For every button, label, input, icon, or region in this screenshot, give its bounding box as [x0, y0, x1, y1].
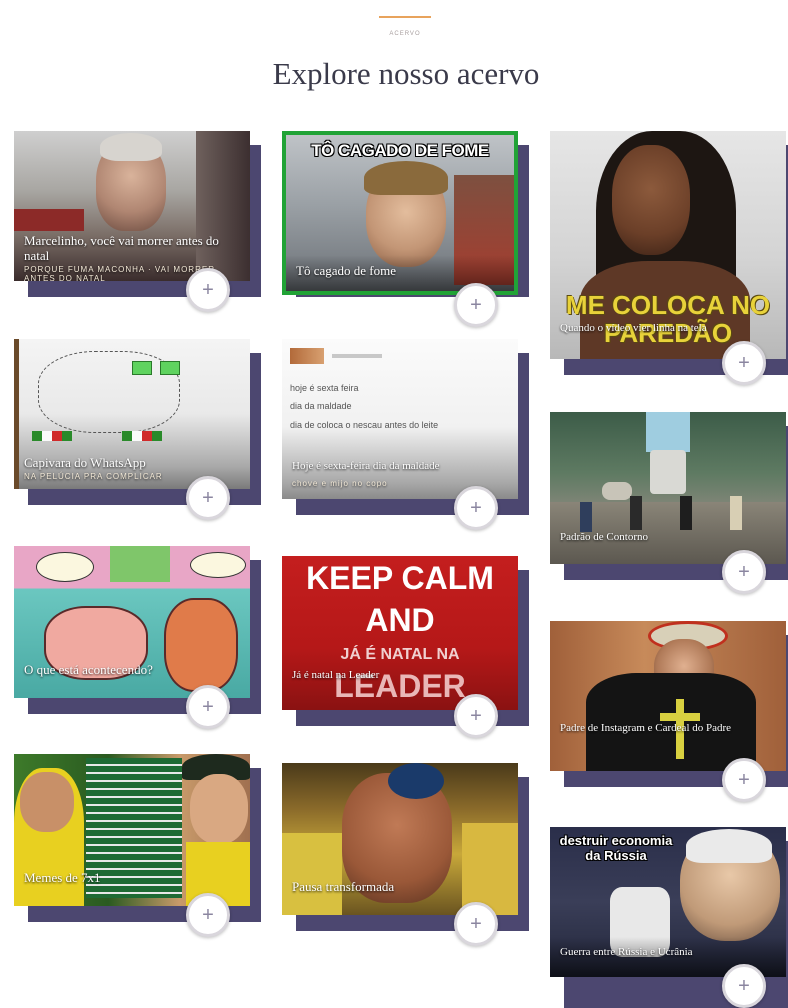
plus-icon[interactable]: + — [722, 758, 766, 802]
meme-text: JÁ É NATAL NA — [340, 646, 460, 663]
plus-icon[interactable]: + — [454, 694, 498, 738]
plus-icon[interactable]: + — [722, 341, 766, 385]
card-image: Padrão de Contorno — [550, 412, 786, 564]
accent-line — [379, 16, 431, 18]
card-image: KEEP CALM AND JÁ É NATAL NA LEADER Já é … — [282, 556, 518, 710]
card-caption: Marcelinho, você vai morrer antes do nat… — [24, 233, 219, 263]
card-caption: Padre de Instagram e Cardeal do Padre — [560, 722, 732, 734]
plus-icon[interactable]: + — [186, 268, 230, 312]
meme-text: TÔ CAGADO DE FOME — [311, 141, 489, 160]
card-guerra-russia-ucrania[interactable]: destruir economia da Rússia Guerra entre… — [550, 827, 788, 1008]
tweet-line: dia da maldade — [290, 401, 352, 411]
card-image: Marcelinho, você vai morrer antes do nat… — [14, 131, 250, 281]
section-eyebrow: ACERVO — [389, 31, 421, 37]
card-sexta-feira[interactable]: hoje é sexta feira dia da maldade dia de… — [282, 339, 529, 535]
card-o-que-esta-acontecendo[interactable]: O que está acontecendo? + — [14, 546, 261, 729]
card-image: destruir economia da Rússia Guerra entre… — [550, 827, 786, 977]
plus-icon[interactable]: + — [454, 486, 498, 530]
card-caption: O que está acontecendo? — [24, 662, 153, 677]
card-marcelinho[interactable]: Marcelinho, você vai morrer antes do nat… — [14, 131, 261, 312]
tweet-line: hoje é sexta feira — [290, 383, 359, 393]
plus-icon[interactable]: + — [454, 902, 498, 946]
card-pausa-transformada[interactable]: Pausa transformada + — [282, 763, 529, 946]
card-image: TÔ CAGADO DE FOME Tô cagado de fome — [282, 131, 518, 295]
card-image: Memes de 7x1 — [14, 754, 250, 906]
card-capivara[interactable]: Capivara do WhatsApp NA PELÚCIA PRA COMP… — [14, 339, 261, 520]
plus-icon[interactable]: + — [454, 283, 498, 327]
card-cagado-de-fome[interactable]: TÔ CAGADO DE FOME Tô cagado de fome + — [282, 131, 529, 327]
card-caption: Já é natal na Leader — [292, 669, 380, 681]
plus-icon[interactable]: + — [722, 964, 766, 1008]
meme-text: ME COLOCA NO PAREDÃO — [565, 290, 771, 348]
section-header: ACERVO Explore nosso acervo — [0, 0, 788, 110]
meme-text: KEEP CALM — [306, 560, 494, 596]
plus-icon[interactable]: + — [186, 685, 230, 729]
card-caption: Capivara do WhatsApp — [24, 455, 146, 470]
meme-text: destruir economia da Rússia — [559, 833, 673, 863]
card-caption: Memes de 7x1 — [24, 870, 101, 885]
card-image: Padre de Instagram e Cardeal do Padre — [550, 621, 786, 771]
section-title: Explore nosso acervo — [272, 56, 540, 91]
card-keep-calm[interactable]: KEEP CALM AND JÁ É NATAL NA LEADER Já é … — [282, 556, 529, 741]
plus-icon[interactable]: + — [186, 476, 230, 520]
card-caption: Tô cagado de fome — [296, 263, 396, 278]
plus-icon[interactable]: + — [186, 893, 230, 937]
card-caption: Quando o vídeo vier linha na tela — [560, 322, 707, 334]
card-padrao-contorno[interactable]: Padrão de Contorno + — [550, 412, 788, 595]
card-caption: Pausa transformada — [292, 879, 395, 894]
card-image: O que está acontecendo? — [14, 546, 250, 698]
card-image: hoje é sexta feira dia da maldade dia de… — [282, 339, 518, 499]
meme-text: AND — [365, 602, 435, 638]
plus-icon[interactable]: + — [722, 550, 766, 594]
tweet-line: dia de coloca o nescau antes do leite — [290, 420, 439, 430]
card-caption: Padrão de Contorno — [560, 531, 648, 543]
card-padre-instagram[interactable]: Padre de Instagram e Cardeal do Padre + — [550, 621, 788, 802]
card-image: ME COLOCA NO PAREDÃO Quando o vídeo vier… — [550, 131, 786, 359]
card-image: Capivara do WhatsApp NA PELÚCIA PRA COMP… — [14, 339, 250, 489]
card-caption: Guerra entre Rússia e Ucrânia — [560, 946, 693, 958]
card-caption: Hoje é sexta-feira dia da maldade — [292, 460, 440, 472]
card-image: Pausa transformada — [282, 763, 518, 915]
card-memes-7x1[interactable]: Memes de 7x1 + — [14, 754, 261, 937]
card-paredao[interactable]: ME COLOCA NO PAREDÃO Quando o vídeo vier… — [550, 131, 788, 395]
